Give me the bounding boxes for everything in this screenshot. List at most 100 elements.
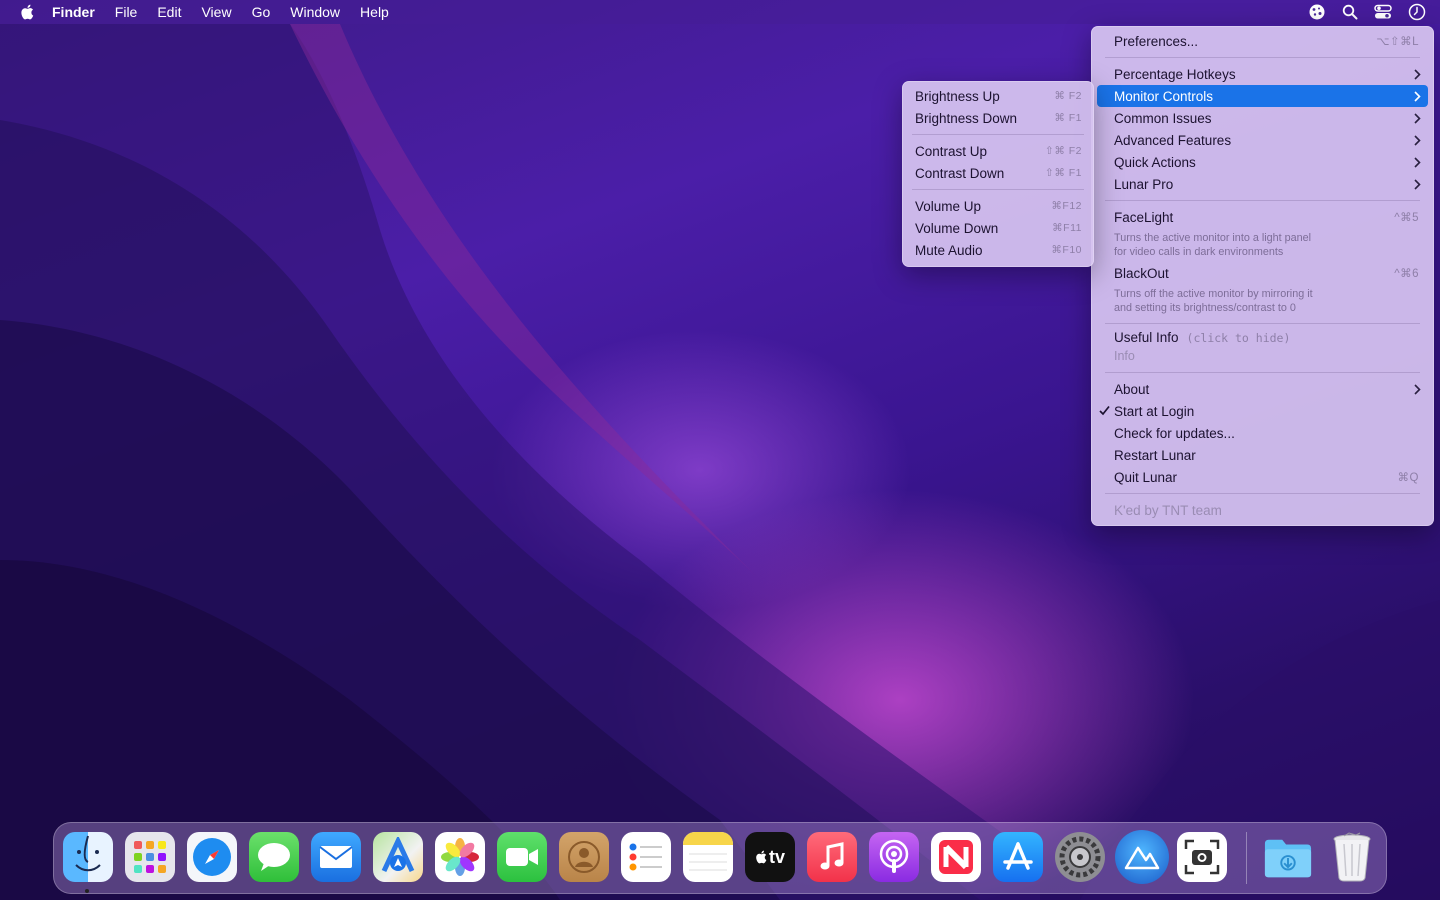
useful-info-hint: (click to hide) — [1186, 330, 1291, 345]
dock-reminders-icon[interactable] — [621, 832, 671, 882]
dock-downloads-folder-icon[interactable] — [1263, 832, 1313, 882]
menu-item-label: BlackOut — [1114, 265, 1169, 281]
menu-item-label: Mute Audio — [915, 242, 983, 258]
menubar-window[interactable]: Window — [280, 0, 350, 24]
dock-contacts-icon[interactable] — [559, 832, 609, 882]
submenu-item-contrast-down[interactable]: Contrast Down ⇧⌘ F1 — [902, 162, 1094, 184]
menu-separator — [1105, 200, 1420, 201]
menu-item-quick-actions[interactable]: Quick Actions — [1091, 151, 1434, 173]
menu-item-label: Lunar Pro — [1114, 176, 1174, 192]
dock-lunar-icon[interactable] — [1115, 830, 1169, 884]
chevron-right-icon — [1414, 91, 1421, 102]
dock-appstore-icon[interactable] — [993, 832, 1043, 882]
menu-item-restart-lunar[interactable]: Restart Lunar — [1091, 444, 1434, 466]
dock-music-icon[interactable] — [807, 832, 857, 882]
menu-item-blackout[interactable]: BlackOut ^⌘6 — [1091, 262, 1434, 284]
menu-item-common-issues[interactable]: Common Issues — [1091, 107, 1434, 129]
dock-system-preferences-icon[interactable] — [1055, 832, 1105, 882]
submenu-item-volume-down[interactable]: Volume Down ⌘F11 — [902, 217, 1094, 239]
menubar-file[interactable]: File — [105, 0, 148, 24]
menu-item-percentage-hotkeys[interactable]: Percentage Hotkeys — [1091, 63, 1434, 85]
dock-messages-icon[interactable] — [249, 832, 299, 882]
shortcut-label: ^⌘5 — [1394, 212, 1419, 224]
shortcut-label: ⌘Q — [1397, 472, 1419, 484]
menubar-edit[interactable]: Edit — [147, 0, 191, 24]
dock-safari-icon[interactable] — [187, 832, 237, 882]
menu-item-start-at-login[interactable]: Start at Login — [1091, 400, 1434, 422]
shortcut-label: ⇧⌘ F2 — [1045, 145, 1082, 157]
menu-item-label: Quick Actions — [1114, 154, 1196, 170]
menu-item-lunar-pro[interactable]: Lunar Pro — [1091, 173, 1434, 195]
apple-icon[interactable] — [20, 4, 34, 20]
menu-item-label: Contrast Down — [915, 165, 1005, 181]
lunar-icon[interactable] — [1308, 3, 1326, 21]
menu-item-label: Volume Down — [915, 220, 999, 236]
shortcut-label: ⌘ F1 — [1054, 112, 1082, 124]
menu-item-footer: K'ed by TNT team — [1091, 499, 1434, 521]
menu-item-label: Volume Up — [915, 198, 982, 214]
dock-podcasts-icon[interactable] — [869, 832, 919, 882]
dock-maps-icon[interactable] — [373, 832, 423, 882]
submenu-item-mute-audio[interactable]: Mute Audio ⌘F10 — [902, 239, 1094, 261]
menu-item-label: Percentage Hotkeys — [1114, 66, 1236, 82]
dock-finder-icon[interactable] — [63, 832, 113, 882]
chevron-right-icon — [1414, 69, 1421, 80]
menubar-view[interactable]: View — [191, 0, 241, 24]
submenu-item-brightness-down[interactable]: Brightness Down ⌘ F1 — [902, 107, 1094, 129]
menu-item-label: Advanced Features — [1114, 132, 1232, 148]
menu-item-label: Preferences... — [1114, 33, 1199, 49]
menu-item-label: Contrast Up — [915, 143, 988, 159]
control-center-icon[interactable] — [1374, 4, 1392, 20]
chevron-right-icon — [1414, 179, 1421, 190]
clock-icon[interactable] — [1408, 3, 1426, 21]
menubar-help[interactable]: Help — [350, 0, 399, 24]
menu-item-label: Brightness Down — [915, 110, 1018, 126]
menu-item-monitor-controls[interactable]: Monitor Controls — [1097, 85, 1428, 107]
search-icon[interactable] — [1342, 4, 1358, 20]
monitor-controls-submenu: Brightness Up ⌘ F2 Brightness Down ⌘ F1 … — [902, 81, 1094, 267]
menu-item-preferences[interactable]: Preferences... ⌥⇧⌘L — [1091, 30, 1434, 52]
menubar-go[interactable]: Go — [242, 0, 281, 24]
dock-mail-icon[interactable] — [311, 832, 361, 882]
menu-item-label: Brightness Up — [915, 88, 1000, 104]
shortcut-label: ⌘ F2 — [1054, 90, 1082, 102]
shortcut-label: ⌘F11 — [1052, 222, 1082, 234]
chevron-right-icon — [1414, 157, 1421, 168]
menu-item-label: Useful Info — [1114, 329, 1179, 345]
menu-separator — [912, 134, 1084, 135]
dock-notes-icon[interactable] — [683, 832, 733, 882]
chevron-right-icon — [1414, 384, 1421, 395]
dock-news-icon[interactable] — [931, 832, 981, 882]
dock-trash-icon[interactable] — [1327, 832, 1377, 882]
menu-item-label: About — [1114, 381, 1150, 397]
dock: tv — [53, 822, 1387, 894]
checkmark-icon — [1099, 405, 1110, 416]
menu-separator — [1105, 323, 1420, 324]
menu-separator — [1105, 493, 1420, 494]
menu-separator — [1105, 57, 1420, 58]
menu-item-label: Restart Lunar — [1114, 447, 1196, 463]
dock-separator — [1246, 832, 1247, 884]
dock-tv-icon[interactable]: tv — [745, 832, 795, 882]
menu-item-about[interactable]: About — [1091, 378, 1434, 400]
dock-screenshot-icon[interactable] — [1177, 832, 1227, 882]
lunar-menu: Preferences... ⌥⇧⌘L Percentage Hotkeys M… — [1091, 26, 1434, 526]
menu-item-useful-info[interactable]: Useful Info (click to hide) — [1091, 326, 1434, 348]
menu-item-advanced-features[interactable]: Advanced Features — [1091, 129, 1434, 151]
dock-launchpad-icon[interactable] — [125, 832, 175, 882]
submenu-item-brightness-up[interactable]: Brightness Up ⌘ F2 — [902, 85, 1094, 107]
menu-bar: Finder File Edit View Go Window Help — [0, 0, 1440, 24]
chevron-right-icon — [1414, 113, 1421, 124]
menu-item-facelight[interactable]: FaceLight ^⌘5 — [1091, 206, 1434, 228]
shortcut-label: ⌘F10 — [1051, 244, 1082, 256]
useful-info-label-group: Useful Info (click to hide) — [1114, 330, 1290, 345]
dock-facetime-icon[interactable] — [497, 832, 547, 882]
menu-item-quit-lunar[interactable]: Quit Lunar ⌘Q — [1091, 466, 1434, 488]
menu-item-check-updates[interactable]: Check for updates... — [1091, 422, 1434, 444]
submenu-item-volume-up[interactable]: Volume Up ⌘F12 — [902, 195, 1094, 217]
menu-item-label: Quit Lunar — [1114, 469, 1178, 485]
dock-photos-icon[interactable] — [435, 832, 485, 882]
menu-item-label: Monitor Controls — [1114, 88, 1214, 104]
menubar-app-name[interactable]: Finder — [42, 0, 105, 24]
submenu-item-contrast-up[interactable]: Contrast Up ⇧⌘ F2 — [902, 140, 1094, 162]
